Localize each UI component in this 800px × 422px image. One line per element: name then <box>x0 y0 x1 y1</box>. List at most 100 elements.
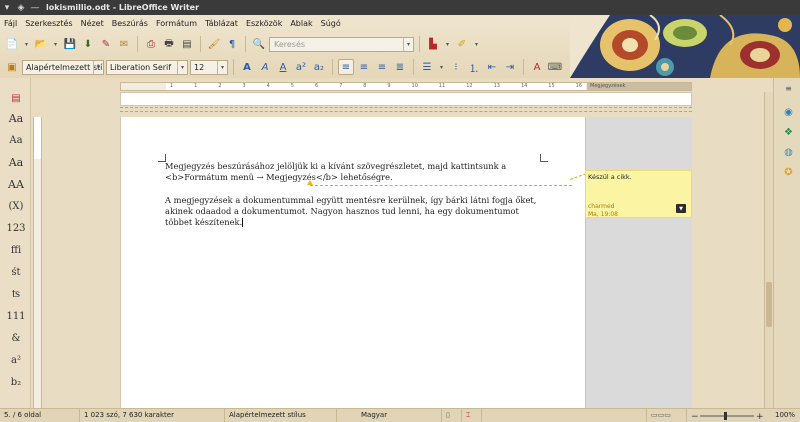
align-left-icon[interactable]: ≡ <box>338 59 354 75</box>
fontwork-oldstyle-button[interactable]: 111 <box>5 308 27 325</box>
bold-icon[interactable]: A <box>239 59 255 75</box>
window-menu-button[interactable]: ▾ <box>0 0 14 15</box>
subscript-icon[interactable]: a₂ <box>311 59 327 75</box>
paisley-ornament <box>570 15 800 78</box>
line-spacing-icon[interactable]: ☰ <box>419 59 435 75</box>
fontwork-ampersand-button[interactable]: & <box>5 330 27 347</box>
paragraph-style-select[interactable]: Alapértelmezett stí ▾ <box>22 59 104 75</box>
chevron-down-icon[interactable]: ▾ <box>403 37 413 51</box>
fontwork-aa-button[interactable]: Aa <box>5 110 27 127</box>
sidebar-menu-icon[interactable]: ≡ <box>782 82 795 95</box>
menu-format[interactable]: Formátum <box>152 19 201 28</box>
comment-text[interactable]: Készül a cikk. <box>588 173 632 181</box>
menu-edit[interactable]: Szerkesztés <box>21 19 76 28</box>
gallery-icon[interactable]: ◍ <box>782 146 795 159</box>
chart-dropdown-icon[interactable]: ▾ <box>443 36 452 52</box>
vertical-ruler[interactable] <box>33 117 42 408</box>
horizontal-ruler[interactable]: 1 1 2 3 4 5 6 7 8 9 10 11 12 13 14 15 16… <box>120 82 692 91</box>
styles-formatting-icon[interactable]: ❖ <box>782 126 795 139</box>
styles-icon[interactable]: ▣ <box>4 59 20 75</box>
clone-formatting-icon[interactable]: 🖌 <box>206 36 222 52</box>
increase-indent-icon[interactable]: ⇥ <box>502 59 518 75</box>
ruler-number: 1 <box>170 83 174 89</box>
fontwork-numbers-button[interactable]: 123 <box>5 220 27 237</box>
print-icon[interactable]: 🖶 <box>161 36 177 52</box>
comment-time: Ma, 19:08 <box>588 211 618 218</box>
menu-help[interactable]: Súgó <box>317 19 345 28</box>
navigator-icon[interactable]: ✪ <box>782 166 795 179</box>
email-icon[interactable]: ✉ <box>116 36 132 52</box>
title-bar: ▾ ◈ — lokismillio.odt - LibreOffice Writ… <box>0 0 800 15</box>
selection-mode-icon[interactable]: ⌶ <box>462 409 482 422</box>
chevron-down-icon[interactable]: ▾ <box>177 60 187 74</box>
chevron-down-icon[interactable]: ▾ <box>93 60 103 74</box>
find-replace-icon[interactable]: 🔍 <box>251 36 267 52</box>
menu-view[interactable]: Nézet <box>77 19 108 28</box>
align-center-icon[interactable]: ≡ <box>356 59 372 75</box>
save-icon[interactable]: 💾 <box>62 36 78 52</box>
zoom-level[interactable]: 100% <box>771 409 800 422</box>
paragraph-2[interactable]: A megjegyzések a dokumentummal együtt me… <box>165 195 541 228</box>
export-pdf-icon[interactable]: ⎙ <box>143 36 159 52</box>
window-sticky-button[interactable]: ◈ <box>14 0 28 15</box>
spacing-dropdown-icon[interactable]: ▾ <box>437 59 446 75</box>
zoom-slider[interactable]: − + <box>687 409 767 422</box>
menu-insert[interactable]: Beszúrás <box>108 19 152 28</box>
menu-tools[interactable]: Eszközök <box>242 19 286 28</box>
open-dropdown-icon[interactable]: ▾ <box>51 36 60 52</box>
highlight-dropdown-icon[interactable]: ▾ <box>472 36 481 52</box>
formatting-marks-icon[interactable]: ¶ <box>224 36 240 52</box>
fontwork-subscript-button[interactable]: b₂ <box>5 374 27 391</box>
new-dropdown-icon[interactable]: ▾ <box>22 36 31 52</box>
new-document-icon[interactable]: 📄 <box>4 36 20 52</box>
underline-icon[interactable]: A <box>275 59 291 75</box>
align-justify-icon[interactable]: ≣ <box>392 59 408 75</box>
superscript-icon[interactable]: a² <box>293 59 309 75</box>
word-count[interactable]: 1 023 szó, 7 630 karakter <box>80 409 225 422</box>
view-layout-icons[interactable]: ▭▭▭ <box>647 409 687 422</box>
character-icon[interactable]: ⌨ <box>547 59 563 75</box>
fontwork-title-button[interactable]: Aa <box>5 154 27 171</box>
notebook-icon[interactable]: ▤ <box>5 90 27 107</box>
fontwork-tz-button[interactable]: ʦ <box>5 286 27 303</box>
font-size-select[interactable]: 12 ▾ <box>190 59 228 75</box>
chevron-down-icon[interactable]: ▾ <box>217 60 227 74</box>
window-minimize-button[interactable]: — <box>28 0 42 15</box>
menu-window[interactable]: Ablak <box>286 19 316 28</box>
print-preview-icon[interactable]: ▤ <box>179 36 195 52</box>
menu-table[interactable]: Táblázat <box>201 19 242 28</box>
bullets-icon[interactable]: ⁝ <box>448 59 464 75</box>
fontwork-caps-button[interactable]: AA <box>5 176 27 193</box>
numbering-icon[interactable]: ⒈ <box>466 59 482 75</box>
fontwork-ligature-button[interactable]: ffi <box>5 242 27 259</box>
comment-note[interactable]: Készül a cikk. charmed Ma, 19:08 ▼ <box>585 170 692 218</box>
paragraph-1[interactable]: Megjegyzés beszúrásához jelöljük ki a kí… <box>165 161 541 183</box>
comment-menu-chevron-icon[interactable]: ▼ <box>676 204 686 213</box>
insert-mode-icon[interactable]: ▯ <box>442 409 462 422</box>
save-remote-icon[interactable]: ⬇ <box>80 36 96 52</box>
font-color-icon[interactable]: A <box>529 59 545 75</box>
search-input[interactable]: Keresés ▾ <box>269 36 414 52</box>
properties-icon[interactable]: ◉ <box>782 106 795 119</box>
menu-file[interactable]: Fájl <box>0 19 21 28</box>
vertical-scrollbar[interactable] <box>764 92 773 408</box>
insert-chart-icon[interactable]: ▙ <box>425 36 441 52</box>
highlight-icon[interactable]: ✐ <box>454 36 470 52</box>
fontwork-small-caps-button[interactable]: Aa <box>5 132 27 149</box>
italic-icon[interactable]: A <box>257 59 273 75</box>
decrease-indent-icon[interactable]: ⇤ <box>484 59 500 75</box>
open-folder-icon[interactable]: 📂 <box>33 36 49 52</box>
comments-ruler-label[interactable]: Megjegyzések <box>587 83 691 90</box>
fontwork-paren-button[interactable]: (X) <box>5 198 27 215</box>
font-name-select[interactable]: Liberation Serif ▾ <box>106 59 188 75</box>
page-style[interactable]: Alapértelmezett stílus <box>225 409 337 422</box>
page-count[interactable]: 5. / 6 oldal <box>0 409 80 422</box>
font-name-value: Liberation Serif <box>110 62 172 72</box>
scrollbar-thumb[interactable] <box>766 282 772 327</box>
edit-file-icon[interactable]: ✎ <box>98 36 114 52</box>
language[interactable]: Magyar <box>337 409 442 422</box>
align-right-icon[interactable]: ≡ <box>374 59 390 75</box>
toolbar-separator <box>523 59 524 75</box>
fontwork-superscript-button[interactable]: a² <box>5 352 27 369</box>
fontwork-st-ligature-button[interactable]: śt <box>5 264 27 281</box>
